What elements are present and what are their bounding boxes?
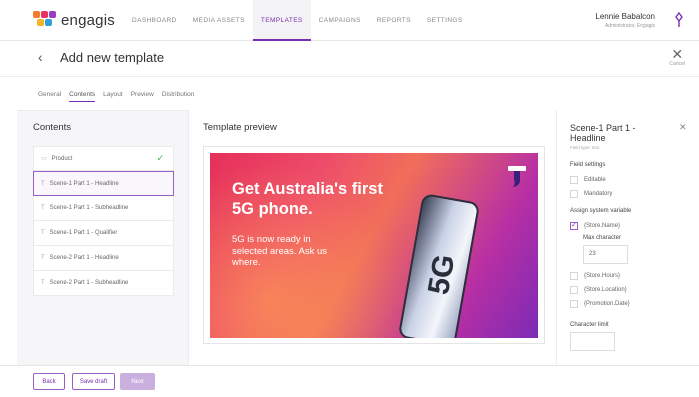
contents-title: Contents [33, 122, 72, 133]
logo-icon [33, 11, 57, 29]
back-button[interactable]: Back [33, 373, 65, 390]
store-name-label: {Store.Name} [584, 223, 621, 229]
assign-variable-heading: Assign system variable [570, 208, 632, 214]
list-item-label: Scene-2 Part 1 - Headline [49, 255, 119, 261]
max-character-input[interactable]: 23 [583, 245, 628, 264]
nav-item-media-assets[interactable]: MEDIA ASSETS [185, 0, 253, 41]
tab-layout[interactable]: Layout [103, 91, 123, 102]
close-panel-icon[interactable]: ✕ [679, 122, 687, 133]
field-settings-heading: Field settings [570, 162, 606, 168]
character-limit-heading: Character limit [570, 322, 609, 328]
logo[interactable]: engagis [33, 11, 115, 29]
telstra-logo-icon [508, 166, 526, 187]
top-nav: engagis DASHBOARD MEDIA ASSETS TEMPLATES… [0, 0, 699, 41]
mandatory-checkbox[interactable] [570, 190, 578, 198]
tab-contents[interactable]: Contents [69, 91, 96, 102]
nav-item-settings[interactable]: SETTINGS [419, 0, 471, 41]
editable-label: Editable [584, 177, 606, 183]
list-item-product[interactable]: ▭ Product ✓ [33, 146, 174, 171]
editable-checkbox[interactable] [570, 176, 578, 184]
store-location-label: {Store.Location} [584, 287, 627, 293]
text-icon: T [41, 205, 45, 211]
list-item-scene1-headline[interactable]: T Scene-1 Part 1 - Headline [33, 171, 174, 196]
nav-item-templates[interactable]: TEMPLATES [252, 0, 311, 41]
list-item-scene1-qualifier[interactable]: T Scene-1 Part 1 - Qualifier [33, 221, 174, 246]
page-title: Add new template [60, 50, 165, 65]
field-type-label: Field type: text [570, 145, 600, 150]
nav-item-reports[interactable]: REPORTS [369, 0, 419, 41]
promotion-date-checkbox[interactable] [570, 300, 578, 308]
template-tabs: General Contents Layout Preview Distribu… [38, 91, 202, 102]
variable-store-location-row[interactable]: {Store.Location} [570, 286, 627, 294]
variable-store-name-row[interactable]: {Store.Name} [570, 221, 621, 230]
max-character-label: Max character [583, 235, 622, 241]
image-icon: ▭ [41, 156, 47, 162]
check-icon: ✓ [156, 153, 164, 163]
mandatory-checkbox-row[interactable]: Mandatory [570, 190, 612, 198]
back-chevron-icon[interactable]: ‹ [38, 49, 43, 65]
character-limit-input[interactable] [570, 332, 615, 351]
editable-checkbox-row[interactable]: Editable [570, 176, 606, 184]
banner-headline: Get Australia's first 5G phone. [232, 180, 383, 218]
user-name: Lennie Babalcon [595, 12, 655, 21]
variable-store-hours-row[interactable]: {Store.Hours} [570, 272, 620, 280]
list-item-label: Scene-1 Part 1 - Headline [49, 180, 119, 187]
store-hours-label: {Store.Hours} [584, 273, 621, 279]
list-item-scene2-headline[interactable]: T Scene-2 Part 1 - Headline [33, 246, 174, 271]
preview-banner: Get Australia's first 5G phone. 5G is no… [210, 153, 538, 338]
contents-list: ▭ Product ✓ T Scene-1 Part 1 - Headline … [33, 146, 174, 296]
banner-subline: 5G is now ready in selected areas. Ask u… [232, 234, 328, 268]
list-item-label: Scene-1 Part 1 - Qualifier [49, 230, 118, 236]
next-button[interactable]: Next [120, 373, 155, 390]
variable-promotion-date-row[interactable]: {Promotion.Date} [570, 300, 630, 308]
footer-bar: Back Save draft Next [0, 365, 699, 397]
nav-item-campaigns[interactable]: CAMPAIGNS [311, 0, 369, 41]
tab-preview[interactable]: Preview [131, 91, 154, 102]
list-item-label: Scene-1 Part 1 - Subheadline [49, 205, 129, 211]
preview-title: Template preview [203, 122, 277, 133]
store-location-checkbox[interactable] [570, 286, 578, 294]
close-icon: ✕ [671, 46, 684, 62]
nav-item-dashboard[interactable]: DASHBOARD [124, 0, 185, 41]
text-icon: T [41, 255, 45, 261]
user-badge-icon[interactable] [673, 11, 685, 28]
text-icon: T [41, 230, 45, 236]
list-item-scene1-subheadline[interactable]: T Scene-1 Part 1 - Subheadline [33, 196, 174, 221]
promotion-date-label: {Promotion.Date} [584, 301, 630, 307]
tab-distribution[interactable]: Distribution [162, 91, 195, 102]
list-item-label: Scene-2 Part 1 - Subheadline [49, 280, 129, 286]
tab-general[interactable]: General [38, 91, 61, 102]
save-draft-button[interactable]: Save draft [72, 373, 115, 390]
page: engagis DASHBOARD MEDIA ASSETS TEMPLATES… [0, 0, 699, 397]
user-role: Administrator, Engagis [604, 23, 655, 29]
field-title: Scene-1 Part 1 - Headline [570, 123, 636, 143]
text-icon: T [41, 280, 45, 286]
text-icon: T [41, 180, 45, 187]
mandatory-label: Mandatory [584, 191, 613, 197]
user-menu[interactable]: Lennie Babalcon Administrator, Engagis [595, 12, 655, 29]
store-name-checkbox[interactable] [570, 221, 578, 230]
list-item-scene2-subheadline[interactable]: T Scene-2 Part 1 - Subheadline [33, 271, 174, 296]
phone-5g-text: 5G [422, 251, 462, 298]
cancel-button[interactable]: ✕ Cancel [669, 47, 685, 67]
main-nav: DASHBOARD MEDIA ASSETS TEMPLATES CAMPAIG… [124, 0, 471, 41]
page-header: ‹ Add new template ✕ Cancel [0, 41, 699, 77]
cancel-label: Cancel [669, 61, 685, 67]
logo-text: engagis [61, 11, 115, 29]
store-hours-checkbox[interactable] [570, 272, 578, 280]
list-item-label: Product [51, 155, 73, 162]
